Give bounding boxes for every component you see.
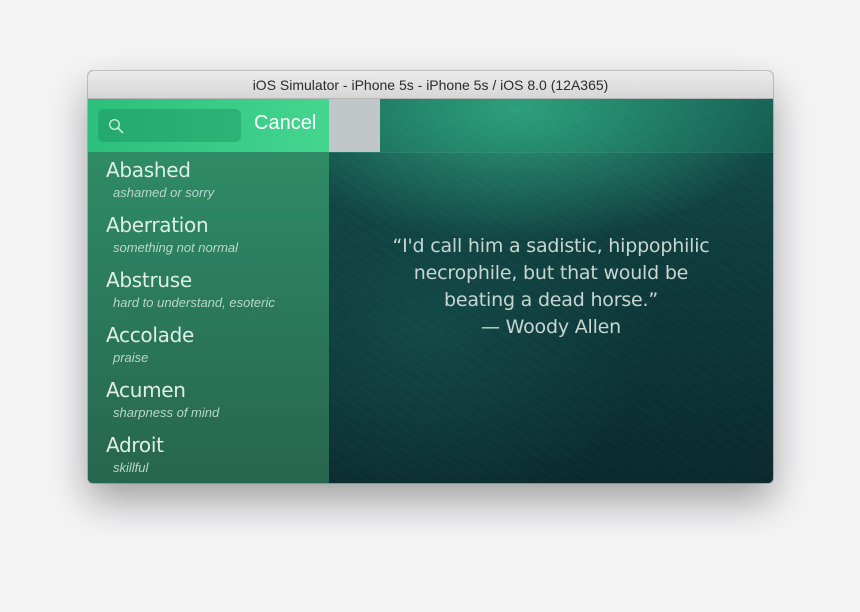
list-item[interactable]: Adroit skillful (88, 427, 329, 482)
word-title: Adroit (106, 433, 164, 457)
simulator-window: iOS Simulator - iPhone 5s - iPhone 5s / … (88, 71, 773, 483)
window-title: iOS Simulator - iPhone 5s - iPhone 5s / … (252, 76, 609, 93)
quote-line: beating a dead horse.” (444, 289, 658, 311)
list-item[interactable]: Abstruse hard to understand, esoteric (88, 262, 329, 317)
word-title: Abashed (106, 158, 191, 182)
keyboard-placeholder-block (329, 99, 380, 152)
quote-author: — Woody Allen (481, 316, 621, 338)
list-item[interactable]: Aberration something not normal (88, 207, 329, 262)
quote-text: “I'd call him a sadistic, hippophilic ne… (341, 233, 761, 341)
list-item[interactable]: Acumen sharpness of mind (88, 372, 329, 427)
word-definition: something not normal (113, 240, 239, 255)
quote-panel: “I'd call him a sadistic, hippophilic ne… (329, 152, 773, 483)
search-bar: Cancel (88, 99, 329, 152)
word-definition: ashamed or sorry (113, 185, 215, 200)
word-definition: praise (113, 350, 149, 365)
word-definition: skillful (113, 460, 149, 475)
word-list[interactable]: Abashed ashamed or sorry Aberration some… (88, 152, 329, 483)
search-input[interactable] (130, 109, 235, 142)
word-definition: sharpness of mind (113, 405, 220, 420)
search-icon (108, 118, 124, 134)
quote-line: “I'd call him a sadistic, hippophilic (392, 235, 710, 257)
list-item[interactable]: Abashed ashamed or sorry (88, 152, 329, 207)
word-title: Acumen (106, 378, 186, 402)
list-item[interactable]: Accolade praise (88, 317, 329, 372)
word-title: Abstruse (106, 268, 192, 292)
quote-line: necrophile, but that would be (413, 262, 689, 284)
word-title: Aberration (106, 213, 209, 237)
window-titlebar[interactable]: iOS Simulator - iPhone 5s - iPhone 5s / … (88, 71, 773, 99)
word-definition: hard to understand, esoteric (113, 295, 275, 310)
word-title: Accolade (106, 323, 194, 347)
cancel-button[interactable]: Cancel (254, 112, 316, 135)
search-field[interactable] (98, 109, 241, 142)
device-screen: Cancel Abashed ashamed or sorry Aberrati… (88, 99, 773, 483)
